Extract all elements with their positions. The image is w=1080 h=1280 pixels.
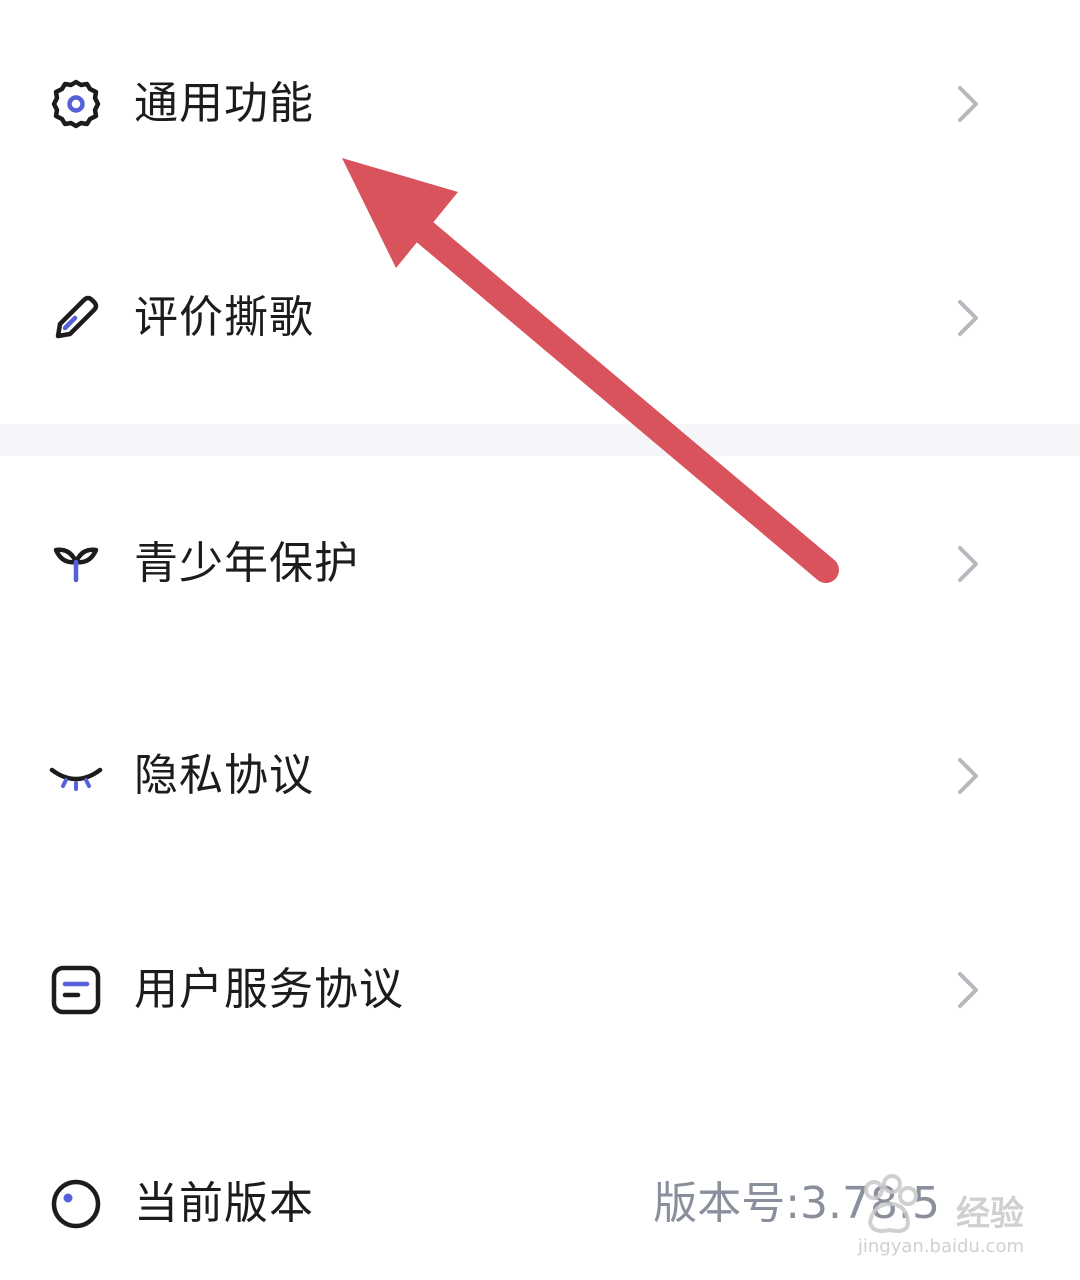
menu-item-label: 用户服务协议 (134, 964, 404, 1015)
chevron-right-icon (950, 968, 986, 1012)
gear-icon (48, 76, 104, 132)
watermark-text: 经验 (956, 1194, 1024, 1234)
watermark: 经验 jingyan.baidu.com (694, 1166, 1024, 1266)
circle-dot-icon (48, 1176, 104, 1232)
watermark-url: jingyan.baidu.com (857, 1236, 1024, 1257)
version-label: 当前版本 (134, 1178, 314, 1229)
sprout-icon (48, 536, 104, 592)
chevron-right-icon (950, 542, 986, 586)
document-icon (48, 962, 104, 1018)
menu-item-label: 评价撕歌 (134, 292, 314, 343)
menu-item-label: 青少年保护 (134, 538, 359, 589)
paw-logo-icon (864, 1174, 918, 1233)
menu-item-user-agreement[interactable]: 用户服务协议 (0, 930, 1080, 1050)
menu-item-rate[interactable]: 评价撕歌 (0, 258, 1080, 378)
menu-item-general[interactable]: 通用功能 (0, 44, 1080, 164)
closed-eye-icon (48, 748, 104, 804)
chevron-right-icon (950, 82, 986, 126)
menu-item-privacy[interactable]: 隐私协议 (0, 716, 1080, 836)
section-divider (0, 424, 1080, 456)
chevron-right-icon (950, 754, 986, 798)
pencil-icon (48, 290, 104, 346)
menu-item-youth-protection[interactable]: 青少年保护 (0, 504, 1080, 624)
menu-item-label: 隐私协议 (134, 750, 314, 801)
menu-item-label: 通用功能 (134, 78, 314, 129)
annotation-arrow (342, 158, 839, 583)
chevron-right-icon (950, 296, 986, 340)
